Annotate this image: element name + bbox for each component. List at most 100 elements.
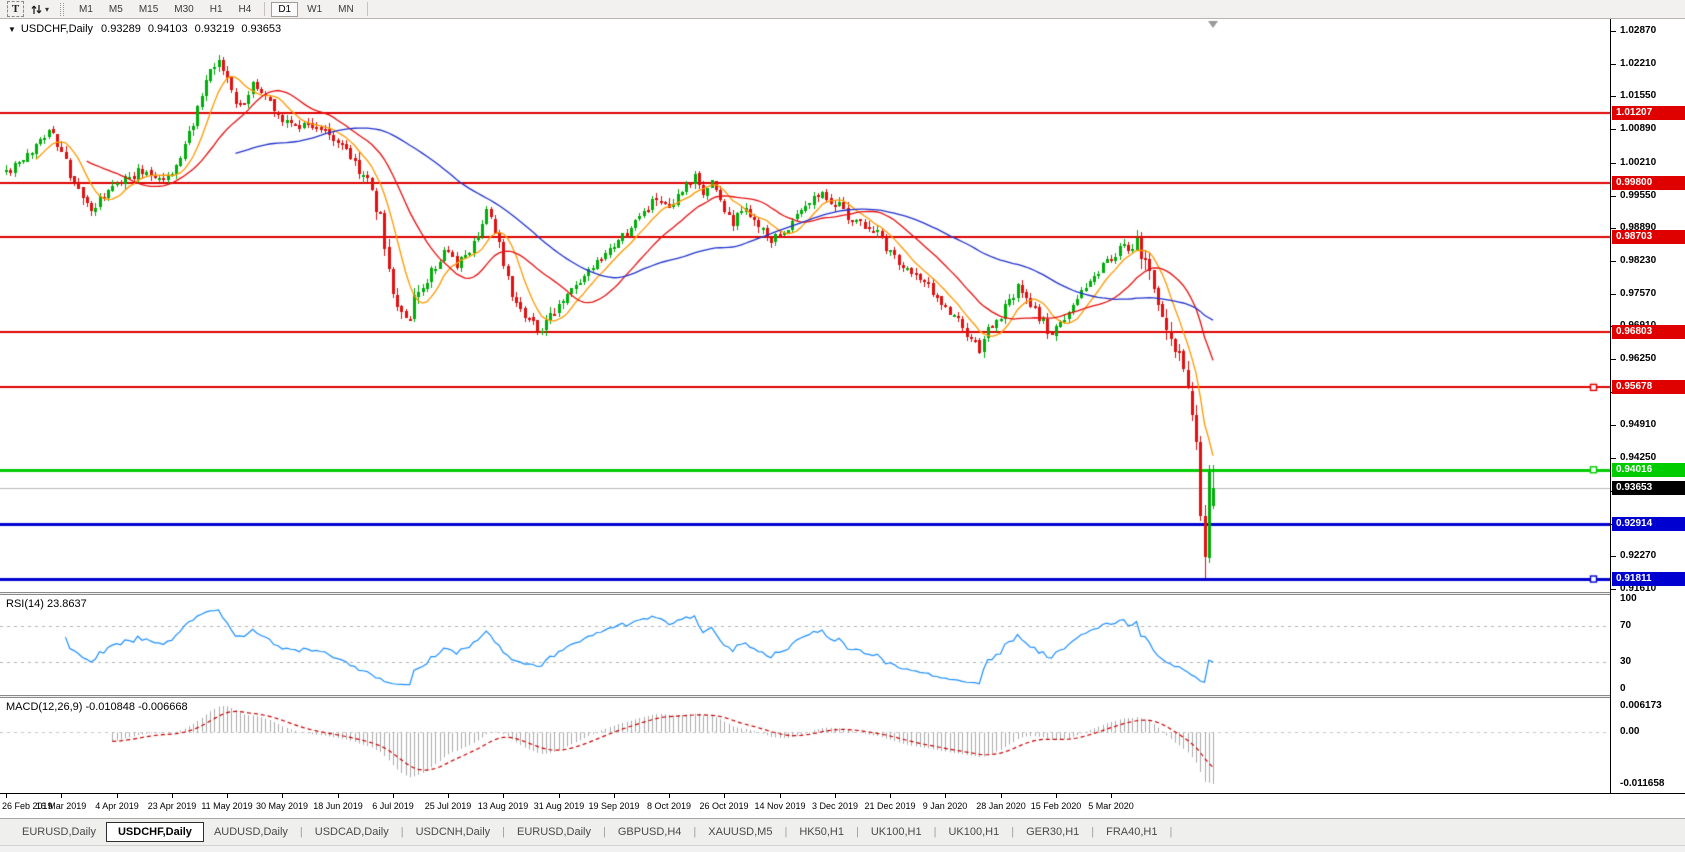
chart-tab-usdcad-daily[interactable]: USDCAD,Daily xyxy=(305,823,399,841)
date-tick-mark xyxy=(6,794,7,798)
chart-tab-eurusd-daily[interactable]: EURUSD,Daily xyxy=(507,823,601,841)
date-tick-label: 18 Jun 2019 xyxy=(313,801,363,811)
date-tick-mark xyxy=(724,794,725,798)
rsi-axis-label: 30 xyxy=(1620,656,1631,667)
price-tick-label: 0.94910 xyxy=(1620,419,1656,430)
tab-separator: | xyxy=(399,826,406,838)
price-tick-label: 1.00890 xyxy=(1620,123,1656,134)
line-price-badge: 0.95678 xyxy=(1612,380,1685,394)
date-tick-label: 4 Apr 2019 xyxy=(95,801,139,811)
price-tick-mark xyxy=(1611,228,1616,229)
date-axis[interactable]: 26 Feb 201916 Mar 20194 Apr 201923 Apr 2… xyxy=(0,793,1685,818)
price-tick-label: 1.02870 xyxy=(1620,25,1656,36)
ohlc-high-value: 0.94103 xyxy=(148,23,188,35)
timeframe-button-m15[interactable]: M15 xyxy=(132,2,165,17)
rsi-axis-label: 0 xyxy=(1620,683,1626,694)
date-tick-mark xyxy=(890,794,891,798)
date-tick-mark xyxy=(780,794,781,798)
price-axis[interactable]: 1.028701.022101.015501.008901.002100.995… xyxy=(1610,19,1685,793)
date-tick-label: 8 Oct 2019 xyxy=(647,801,691,811)
chart-tab-ger30-h1[interactable]: GER30,H1 xyxy=(1016,823,1089,841)
timeframe-button-w1[interactable]: W1 xyxy=(300,2,329,17)
date-tick-label: 15 Feb 2020 xyxy=(1031,801,1082,811)
price-tick-label: 0.98230 xyxy=(1620,255,1656,266)
chart-title: ▼ USDCHF,Daily 0.93289 0.94103 0.93219 0… xyxy=(8,23,288,35)
date-tick-label: 14 Nov 2019 xyxy=(754,801,805,811)
chart-tab-hk50-h1[interactable]: HK50,H1 xyxy=(789,823,854,841)
line-price-badge: 1.01207 xyxy=(1612,106,1685,120)
line-price-badge: 0.96803 xyxy=(1612,325,1685,339)
price-tick-mark xyxy=(1611,163,1616,164)
tab-separator: | xyxy=(691,826,698,838)
rsi-axis-label: 100 xyxy=(1620,593,1637,604)
bottom-strip xyxy=(0,845,1685,852)
date-tick-mark xyxy=(614,794,615,798)
line-price-badge: 0.98703 xyxy=(1612,230,1685,244)
date-tick-mark xyxy=(338,794,339,798)
timeframe-button-group: M1M5M15M30H1H4 D1W1MN xyxy=(71,2,373,17)
timeframe-button-m1[interactable]: M1 xyxy=(72,2,100,17)
chart-tab-xauusd-m5[interactable]: XAUUSD,M5 xyxy=(698,823,782,841)
timeframe-button-d1[interactable]: D1 xyxy=(271,2,298,17)
date-tick-label: 21 Dec 2019 xyxy=(864,801,915,811)
price-tick-label: 0.99550 xyxy=(1620,190,1656,201)
timeframe-button-h1[interactable]: H1 xyxy=(203,2,230,17)
tab-separator: | xyxy=(1168,826,1175,838)
arrows-icon xyxy=(30,3,43,16)
price-tick-mark xyxy=(1611,96,1616,97)
price-tick-mark xyxy=(1611,425,1616,426)
top-toolbar: T ▾ M1M5M15M30H1H4 D1W1MN xyxy=(0,0,1685,19)
chevron-down-icon[interactable]: ▾ xyxy=(45,5,49,14)
price-tick-mark xyxy=(1611,556,1616,557)
macd-pane-splitter[interactable] xyxy=(0,695,1685,698)
price-tick-mark xyxy=(1611,261,1616,262)
timeframe-button-mn[interactable]: MN xyxy=(331,2,361,17)
chart-symbol-label: USDCHF,Daily xyxy=(21,23,93,35)
timeframe-button-h4[interactable]: H4 xyxy=(232,2,259,17)
chart-tab-gbpusd-h4[interactable]: GBPUSD,H4 xyxy=(608,823,692,841)
chart-tab-uk100-h1[interactable]: UK100,H1 xyxy=(938,823,1009,841)
chart-tab-usdcnh-daily[interactable]: USDCNH,Daily xyxy=(406,823,501,841)
line-price-badge: 0.99800 xyxy=(1612,176,1685,190)
price-tick-mark xyxy=(1611,294,1616,295)
arrows-tool-button[interactable]: ▾ xyxy=(30,3,49,16)
date-tick-label: 26 Oct 2019 xyxy=(699,801,748,811)
tab-separator: | xyxy=(500,826,507,838)
macd-indicator-canvas[interactable] xyxy=(0,698,1685,793)
main-chart-canvas[interactable] xyxy=(0,19,1685,592)
timeframe-button-m30[interactable]: M30 xyxy=(167,2,200,17)
current-price-badge: 0.93653 xyxy=(1612,481,1685,495)
ohlc-open-value: 0.93289 xyxy=(101,23,141,35)
text-label-tool-button[interactable]: T xyxy=(7,1,24,17)
chart-tab-audusd-daily[interactable]: AUDUSD,Daily xyxy=(204,823,298,841)
rsi-pane-splitter[interactable] xyxy=(0,592,1685,595)
chart-tab-usdchf-daily[interactable]: USDCHF,Daily xyxy=(106,822,204,842)
trading-platform-window: T ▾ M1M5M15M30H1H4 D1W1MN ▼ USDCHF,Daily … xyxy=(0,0,1685,852)
toolbar-grip[interactable] xyxy=(60,3,64,16)
toolbar-separator xyxy=(367,2,368,16)
price-tick-mark xyxy=(1611,458,1616,459)
toolbar-separator xyxy=(264,2,265,16)
date-tick-mark xyxy=(559,794,560,798)
collapse-caret-icon[interactable]: ▼ xyxy=(8,25,16,34)
date-tick-mark xyxy=(227,794,228,798)
rsi-indicator-canvas[interactable] xyxy=(0,595,1685,695)
date-tick-label: 11 May 2019 xyxy=(201,801,252,811)
macd-axis-max-label: 0.006173 xyxy=(1620,700,1662,711)
date-tick-label: 25 Jul 2019 xyxy=(425,801,472,811)
date-tick-mark xyxy=(282,794,283,798)
date-tick-label: 3 Dec 2019 xyxy=(812,801,858,811)
date-tick-label: 13 Aug 2019 xyxy=(478,801,529,811)
chart-tab-uk100-h1[interactable]: UK100,H1 xyxy=(861,823,932,841)
date-tick-mark xyxy=(117,794,118,798)
chart-tab-eurusd-daily[interactable]: EURUSD,Daily xyxy=(12,823,106,841)
timeframe-button-m5[interactable]: M5 xyxy=(102,2,130,17)
tab-separator: | xyxy=(601,826,608,838)
price-tick-mark xyxy=(1611,359,1616,360)
line-price-badge: 0.91811 xyxy=(1612,572,1685,586)
tab-separator: | xyxy=(782,826,789,838)
date-tick-mark xyxy=(61,794,62,798)
price-tick-label: 0.96250 xyxy=(1620,353,1656,364)
date-tick-label: 5 Mar 2020 xyxy=(1088,801,1134,811)
chart-tab-fra40-h1[interactable]: FRA40,H1 xyxy=(1096,823,1167,841)
